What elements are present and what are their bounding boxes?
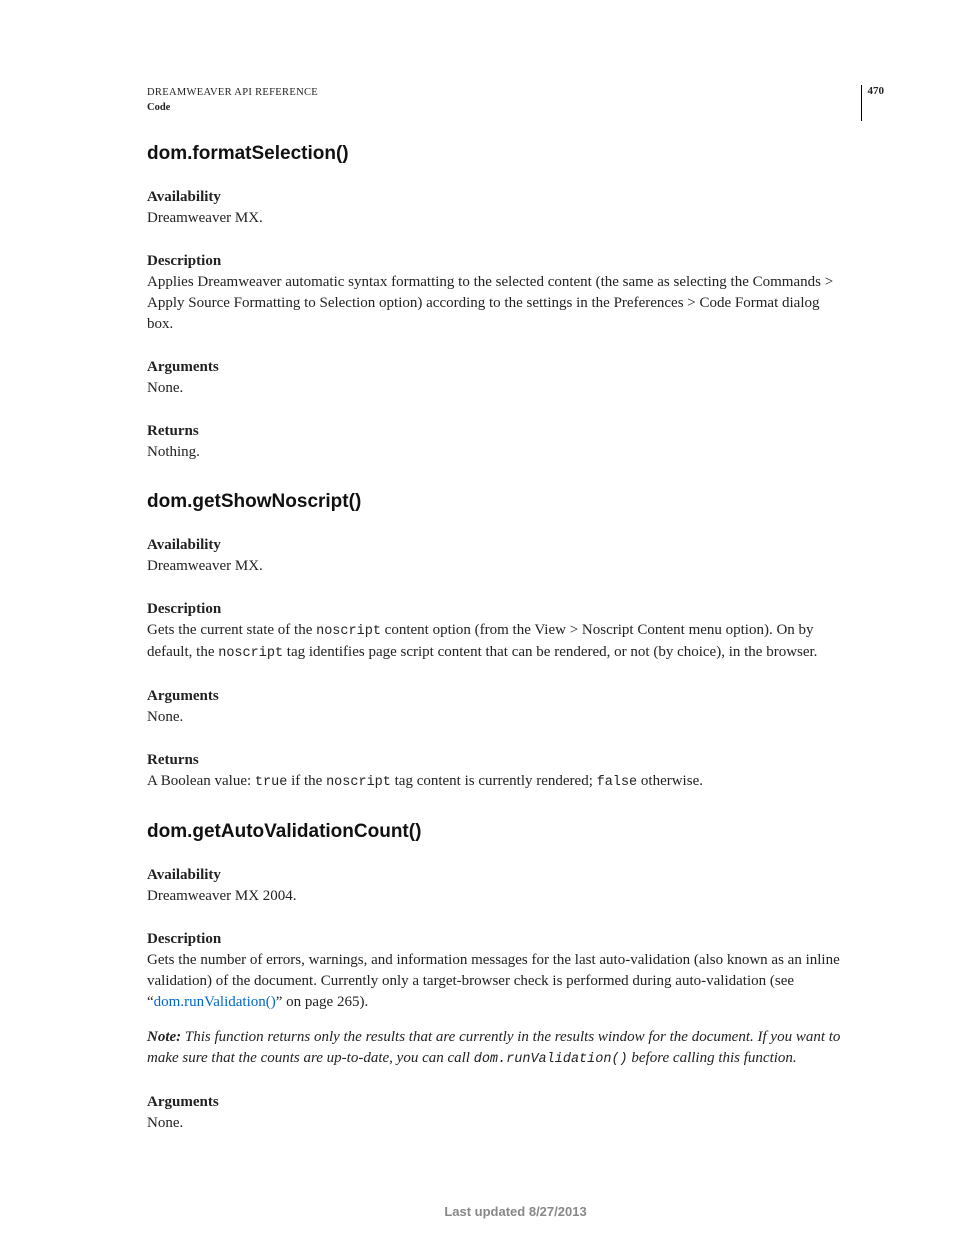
footer: Last updated 8/27/2013 xyxy=(147,1204,884,1219)
code-runvalidation: dom.runValidation() xyxy=(474,1052,628,1067)
code-true: true xyxy=(255,775,287,790)
arguments-text: None. xyxy=(147,1113,847,1134)
description-text: Applies Dreamweaver automatic syntax for… xyxy=(147,272,847,335)
availability-text: Dreamweaver MX. xyxy=(147,556,847,577)
page-number: 470 xyxy=(861,85,885,121)
returns-text: Nothing. xyxy=(147,442,847,463)
heading-formatselection: dom.formatSelection() xyxy=(147,143,884,165)
description-label: Description xyxy=(147,931,884,948)
header-subtitle: Code xyxy=(147,100,318,115)
heading-getshownoscript: dom.getShowNoscript() xyxy=(147,491,884,513)
content: dom.formatSelection() Availability Dream… xyxy=(147,143,884,1134)
code-noscript: noscript xyxy=(316,624,381,639)
description-label: Description xyxy=(147,253,884,270)
arguments-label: Arguments xyxy=(147,359,884,376)
returns-label: Returns xyxy=(147,752,884,769)
availability-label: Availability xyxy=(147,867,884,884)
availability-label: Availability xyxy=(147,537,884,554)
note-label: Note: xyxy=(147,1029,185,1045)
description-label: Description xyxy=(147,601,884,618)
header-left: DREAMWEAVER API REFERENCE Code xyxy=(147,85,318,115)
arguments-label: Arguments xyxy=(147,688,884,705)
header-title: DREAMWEAVER API REFERENCE xyxy=(147,85,318,100)
returns-text: A Boolean value: true if the noscript ta… xyxy=(147,771,847,793)
availability-label: Availability xyxy=(147,189,884,206)
heading-getautovalidationcount: dom.getAutoValidationCount() xyxy=(147,821,884,843)
code-false: false xyxy=(597,775,638,790)
description-text: Gets the number of errors, warnings, and… xyxy=(147,950,847,1013)
header: DREAMWEAVER API REFERENCE Code 470 xyxy=(147,85,884,121)
returns-label: Returns xyxy=(147,423,884,440)
code-noscript: noscript xyxy=(218,646,283,661)
arguments-text: None. xyxy=(147,707,847,728)
availability-text: Dreamweaver MX. xyxy=(147,208,847,229)
availability-text: Dreamweaver MX 2004. xyxy=(147,886,847,907)
code-noscript: noscript xyxy=(326,775,391,790)
arguments-text: None. xyxy=(147,378,847,399)
note: Note: This function returns only the res… xyxy=(147,1027,847,1071)
description-text: Gets the current state of the noscript c… xyxy=(147,620,847,664)
arguments-label: Arguments xyxy=(147,1094,884,1111)
link-runvalidation[interactable]: dom.runValidation() xyxy=(154,994,276,1010)
